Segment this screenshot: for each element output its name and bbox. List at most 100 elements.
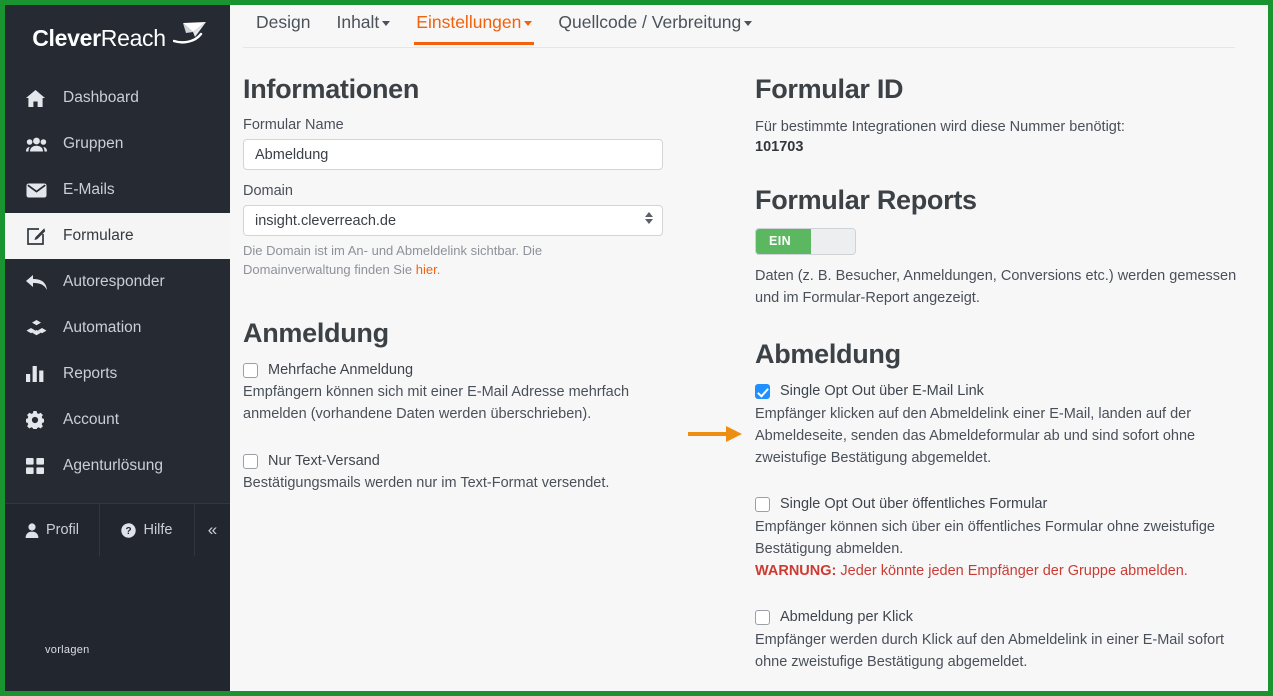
- bar-chart-icon: [26, 366, 54, 382]
- option-description: Empfänger können sich über ein öffentlic…: [755, 516, 1245, 583]
- brand-logo-bold: Clever: [32, 24, 101, 51]
- domain-help-text: Die Domain ist im An- und Abmeldelink si…: [243, 242, 663, 280]
- sidebar-item-autoresponder[interactable]: Autoresponder: [5, 259, 230, 305]
- domain-label: Domain: [243, 183, 293, 199]
- sidebar-item-automation[interactable]: Automation: [5, 305, 230, 351]
- checkbox-mehrfache-anmeldung[interactable]: [243, 362, 258, 378]
- option-label: Abmeldung per Klick: [780, 609, 913, 626]
- sidebar-item-reports[interactable]: Reports: [5, 351, 230, 397]
- option-desc-line2: Abmeldeseite, senden das Abmeldeformular…: [755, 427, 1196, 444]
- sidebar-item-dashboard[interactable]: Dashboard: [5, 75, 230, 121]
- option-desc-line1: Bestätigungsmails werden nur im Text-For…: [243, 475, 610, 492]
- cubes-icon: [26, 319, 54, 337]
- domain-help-link[interactable]: hier: [416, 262, 437, 277]
- brand-logo-text: CleverReach: [32, 25, 166, 52]
- tab-bar: Design Inhalt Einstellungen Quellcode / …: [230, 5, 1268, 48]
- sidebar-item-gruppen[interactable]: Gruppen: [5, 121, 230, 167]
- formular-reports-toggle[interactable]: EIN: [755, 227, 856, 255]
- anmeldung-heading: Anmeldung: [243, 317, 389, 348]
- hilfe-label: Hilfe: [143, 522, 173, 538]
- option-single-opt-out-public-form: Single Opt Out über öffentliches Formula…: [755, 495, 1245, 582]
- sidebar-item-label: Gruppen: [63, 135, 124, 152]
- domain-help-line1: Die Domain ist im An- und Abmeldelink si…: [243, 243, 543, 258]
- application-window: CleverReach Dashboard Gruppen E-Mails Fo…: [0, 0, 1273, 696]
- chevron-down-icon: [524, 21, 533, 26]
- arrow-shaft: [688, 432, 728, 436]
- abmeldung-heading: Abmeldung: [755, 339, 901, 370]
- warning-label: WARNUNG:: [755, 563, 837, 580]
- sidebar-item-label: Dashboard: [63, 89, 139, 106]
- option-description: Bestätigungsmails werden nur im Text-For…: [243, 472, 663, 494]
- sidebar-footer: Profil ? Hilfe « vorlagen: [5, 503, 230, 691]
- chevron-down-icon: [744, 21, 753, 26]
- brand-logo[interactable]: CleverReach: [5, 5, 230, 71]
- sidebar-item-label: Account: [63, 411, 120, 428]
- domain-help-line2: Domainverwaltung finden Sie: [243, 261, 416, 277]
- tab-inhalt[interactable]: Inhalt: [323, 5, 403, 45]
- question-circle-icon: ?: [121, 522, 137, 538]
- sidebar-item-agenturloesung[interactable]: Agenturlösung: [5, 443, 230, 489]
- formular-name-input[interactable]: [243, 139, 663, 170]
- sidebar-item-label: E-Mails: [63, 181, 115, 198]
- checkbox-nur-text-versand[interactable]: [243, 453, 258, 469]
- sidebar-item-label: Reports: [63, 365, 118, 382]
- grid-icon: [26, 458, 54, 474]
- settings-columns: Informationen Formular Name Domain insig…: [230, 48, 1268, 691]
- option-mehrfache-anmeldung: Mehrfache Anmeldung Empfängern können si…: [243, 361, 663, 426]
- sidebar-item-label: Automation: [63, 319, 142, 336]
- sidebar-item-emails[interactable]: E-Mails: [5, 167, 230, 213]
- tab-einstellungen[interactable]: Einstellungen: [403, 5, 545, 45]
- sidebar-item-label: Agenturlösung: [63, 457, 163, 474]
- chevron-down-icon: [382, 21, 391, 26]
- reports-desc-line2: und im Formular-Report angezeigt.: [755, 289, 980, 306]
- formular-id-heading: Formular ID: [755, 74, 904, 104]
- sidebar-nav: Dashboard Gruppen E-Mails Formulare Auto…: [5, 75, 230, 489]
- checkbox-single-opt-out-public-form[interactable]: [755, 497, 770, 513]
- sidebar-item-formulare[interactable]: Formulare: [5, 213, 230, 259]
- option-label: Single Opt Out über E-Mail Link: [780, 383, 984, 400]
- brand-logo-light: Reach: [100, 24, 166, 51]
- reply-all-icon: [26, 274, 54, 291]
- sidebar-item-account[interactable]: Account: [5, 397, 230, 443]
- sidebar-item-label: Autoresponder: [63, 273, 165, 290]
- formular-name-label: Formular Name: [243, 117, 344, 133]
- option-desc-line2: anmelden (vorhandene Daten werden übersc…: [243, 406, 592, 423]
- tab-label: Einstellungen: [416, 12, 522, 32]
- sidebar-item-label: Formulare: [63, 227, 134, 244]
- informationen-heading: Informationen: [243, 74, 420, 104]
- gear-icon: [26, 411, 54, 429]
- sidebar: CleverReach Dashboard Gruppen E-Mails Fo…: [5, 5, 230, 691]
- svg-text:?: ?: [126, 526, 132, 537]
- checkbox-abmeldung-per-klick[interactable]: [755, 610, 770, 626]
- domain-select[interactable]: insight.cleverreach.de: [243, 205, 663, 236]
- tab-label: Design: [256, 12, 311, 32]
- users-icon: [26, 136, 54, 152]
- profil-label: Profil: [45, 522, 80, 538]
- form-edit-icon: [26, 227, 54, 246]
- sidebar-footer-row: Profil ? Hilfe «: [5, 504, 230, 556]
- option-description: Empfänger klicken auf den Abmeldelink ei…: [755, 403, 1245, 470]
- profil-button[interactable]: Profil: [5, 504, 100, 556]
- envelope-icon: [26, 183, 54, 198]
- checkbox-single-opt-out-email-link[interactable]: [755, 384, 770, 400]
- option-desc-line1: Empfänger werden durch Klick auf den Abm…: [755, 631, 1225, 648]
- formular-id-value: 101703: [755, 138, 804, 155]
- tab-design[interactable]: Design: [243, 5, 323, 45]
- domain-help-line3: .: [436, 261, 441, 277]
- option-desc-line2: Bestätigung abmelden.: [755, 540, 904, 557]
- option-single-opt-out-email-link: Single Opt Out über E-Mail Link Empfänge…: [755, 382, 1245, 469]
- domain-select-wrapper: insight.cleverreach.de: [243, 205, 663, 236]
- tab-quellcode-verbreitung[interactable]: Quellcode / Verbreitung: [545, 5, 765, 45]
- hilfe-button[interactable]: ? Hilfe: [100, 504, 195, 556]
- home-icon: [26, 89, 54, 107]
- formular-reports-description: Daten (z. B. Besucher, Anmeldungen, Conv…: [755, 265, 1245, 309]
- option-desc-line1: Empfängern können sich mit einer E-Mail …: [243, 384, 630, 401]
- option-desc-line1: Empfänger können sich über ein öffentlic…: [755, 518, 1215, 535]
- option-label: Single Opt Out über öffentliches Formula…: [780, 496, 1048, 513]
- collapse-sidebar-button[interactable]: «: [195, 504, 230, 556]
- option-abmeldung-per-klick: Abmeldung per Klick Empfänger werden dur…: [755, 608, 1245, 673]
- option-desc-line1: Empfänger klicken auf den Abmeldelink ei…: [755, 405, 1192, 422]
- toggle-knob: [811, 228, 855, 254]
- option-description: Empfängern können sich mit einer E-Mail …: [243, 381, 663, 425]
- option-header: Abmeldung per Klick: [755, 608, 1245, 628]
